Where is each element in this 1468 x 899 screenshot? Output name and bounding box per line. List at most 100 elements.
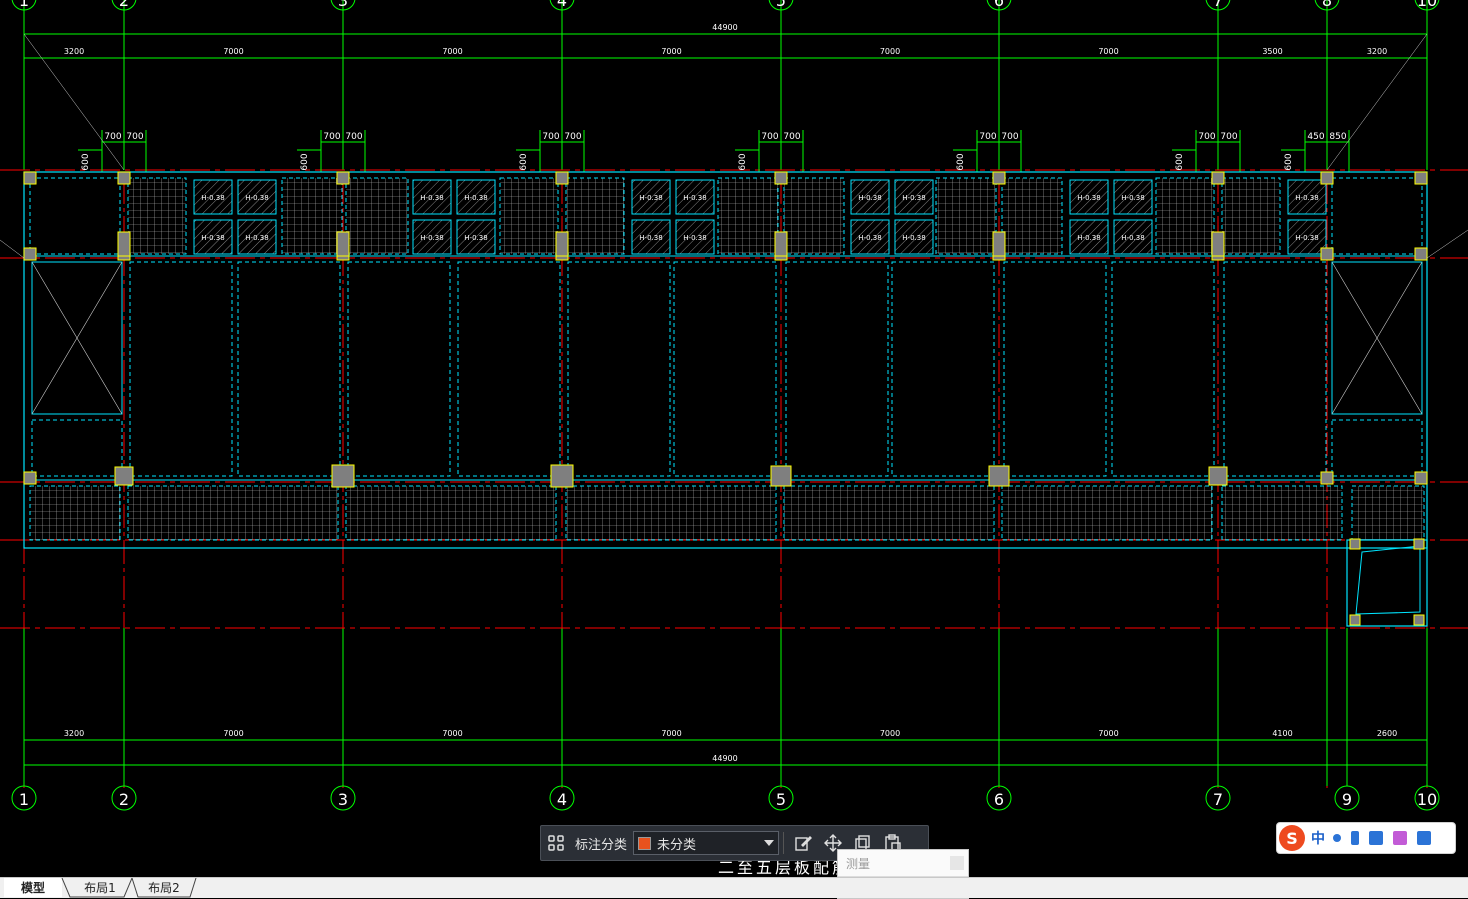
axis-label-bottom: 10 [1417, 790, 1437, 809]
slab-panel-south [565, 485, 777, 541]
dim-overall-bottom: 44900 [712, 754, 737, 763]
annotation-category-label: 标注分类 [575, 837, 628, 853]
column-offset-vertical: 600 [956, 153, 966, 170]
room-slab [891, 261, 995, 477]
room-slab [237, 261, 341, 477]
popup-header: 测量 [838, 850, 968, 876]
slab-panel-north [1001, 177, 1063, 255]
slab-level-label: H-0.38 [858, 194, 881, 202]
column [1320, 471, 1334, 485]
column [1414, 171, 1428, 185]
column [1414, 247, 1428, 261]
column [336, 171, 350, 185]
axis-label-top: 1 [19, 0, 29, 10]
column [550, 464, 574, 488]
column-offset-left: 450 [1307, 132, 1324, 142]
column [1349, 614, 1361, 626]
slab-level-label: H-0.38 [1121, 194, 1144, 202]
skin-icon[interactable] [1393, 831, 1407, 845]
slab-level-label: H-0.38 [683, 234, 706, 242]
slab-level-label: H-0.38 [902, 234, 925, 242]
axis-label-top: 7 [1213, 0, 1223, 10]
slab-panel-north [1221, 177, 1281, 255]
punctuation-icon[interactable] [1333, 834, 1341, 842]
column-offset-vertical: 600 [738, 153, 748, 170]
slab-level-label: H-0.38 [683, 194, 706, 202]
column [23, 171, 37, 185]
column-offset-vertical: 600 [300, 153, 310, 170]
apps-grid-icon[interactable] [1417, 831, 1431, 845]
room-slab [347, 261, 451, 477]
annotation-category-select[interactable]: 未分类 [633, 831, 780, 855]
slab-level-label: H-0.38 [639, 194, 662, 202]
slab-panel-north [717, 177, 779, 255]
axis-label-top: 10 [1417, 0, 1437, 10]
room-slab [785, 261, 889, 477]
column [331, 464, 355, 488]
ime-toolbar[interactable]: S 中 [1276, 822, 1456, 854]
column-offset-left: 700 [104, 132, 121, 142]
stair-annex-inner [1355, 545, 1421, 615]
axis-label-bottom: 1 [19, 790, 29, 809]
edit-icon[interactable] [788, 828, 818, 858]
sogou-logo-icon: S [1279, 825, 1305, 851]
dim-span-top: 7000 [880, 47, 900, 56]
keyboard-icon[interactable] [1369, 831, 1383, 845]
slab-panel-north [565, 177, 625, 255]
dim-span-top: 7000 [442, 47, 462, 56]
slab-panel-north [499, 177, 559, 255]
axis-label-bottom: 7 [1213, 790, 1223, 809]
slab-level-label: H-0.38 [464, 234, 487, 242]
layout-grid-icon[interactable] [541, 828, 571, 858]
close-icon[interactable] [950, 856, 964, 870]
slab-level-label: H-0.38 [639, 234, 662, 242]
dim-span-bottom: 2600 [1377, 729, 1397, 738]
column [992, 231, 1006, 257]
slab-panel-south [29, 485, 121, 541]
column [988, 465, 1010, 487]
column [23, 471, 37, 485]
slab-level-label: H-0.38 [1077, 234, 1100, 242]
slab-panel-north [935, 177, 997, 255]
slab-panel-south [1221, 485, 1343, 541]
column [1211, 231, 1225, 257]
dim-span-bottom: 7000 [223, 729, 243, 738]
dim-span-top: 3200 [1367, 47, 1387, 56]
column-offset-left: 700 [323, 132, 340, 142]
dim-span-bottom: 7000 [1098, 729, 1118, 738]
tab-outline [61, 878, 197, 898]
column-offset-vertical: 600 [81, 153, 91, 170]
axis-label-top: 5 [776, 0, 786, 10]
slab-panel-north [1331, 177, 1423, 255]
slab-level-label: H-0.38 [201, 194, 224, 202]
axis-label-top: 2 [119, 0, 129, 10]
slab-level-label: H-0.38 [420, 194, 443, 202]
microphone-icon[interactable] [1351, 831, 1359, 845]
slab-panel-north [281, 177, 343, 255]
column [770, 465, 792, 487]
axis-label-top: 3 [338, 0, 348, 10]
column-offset-right: 700 [783, 132, 800, 142]
column-offset-vertical: 600 [1284, 153, 1294, 170]
dim-span-bottom: 3200 [64, 729, 84, 738]
slab-level-label: H-0.38 [1295, 194, 1318, 202]
landing [31, 419, 123, 477]
dim-span-top: 3200 [64, 47, 84, 56]
column-offset-right: 700 [1220, 132, 1237, 142]
cad-drawing-canvas[interactable]: 44900449003200 7000 7000 7000 7000 7000 3500 32… [0, 0, 1468, 877]
slab-panel-south [1001, 485, 1213, 541]
room-slab [129, 261, 233, 477]
dim-span-bottom: 7000 [442, 729, 462, 738]
axis-label-bottom: 2 [119, 790, 129, 809]
column [117, 171, 131, 185]
slab-panel-south [127, 485, 339, 541]
slab-level-label: H-0.38 [245, 234, 268, 242]
column [1320, 247, 1334, 261]
ime-mode-indicator[interactable]: 中 [1311, 828, 1325, 848]
column [1208, 466, 1228, 486]
column-offset-left: 700 [1198, 132, 1215, 142]
column-offset-left: 700 [542, 132, 559, 142]
category-color-swatch [638, 836, 652, 850]
dim-span-top: 7000 [1098, 47, 1118, 56]
column-offset-vertical: 600 [519, 153, 529, 170]
